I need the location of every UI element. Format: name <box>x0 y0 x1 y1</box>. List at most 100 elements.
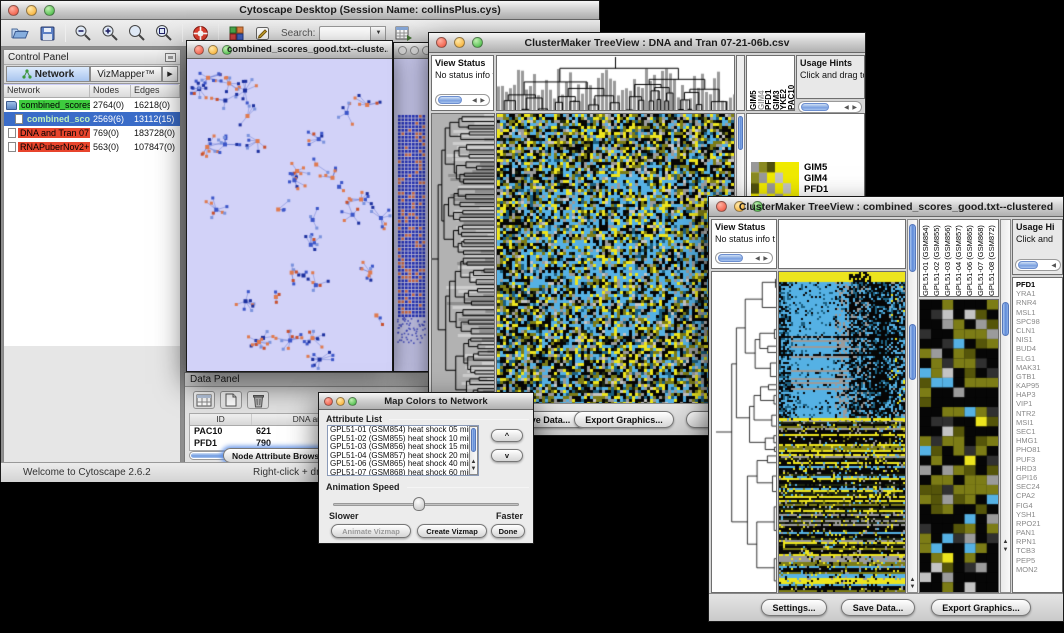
tv2-vscrollbar[interactable]: ▲▼ <box>907 219 918 593</box>
close-button[interactable] <box>324 397 333 406</box>
tab-overflow-button[interactable]: ▶ <box>162 66 178 82</box>
minimize-button[interactable] <box>208 45 218 55</box>
heatmap[interactable] <box>497 114 734 404</box>
gene-label: VIP1 <box>1016 399 1062 408</box>
network-tree-table: NetworkNodesEdges combined_scores2764(0)… <box>4 85 180 346</box>
view-status-hscrollbar[interactable]: ◀ ▶ <box>435 94 490 106</box>
close-button[interactable] <box>436 37 447 48</box>
row-dendrogram[interactable] <box>712 272 776 592</box>
network-tree-row[interactable]: combined_sco2569(6)13112(15) <box>4 112 180 126</box>
close-button[interactable] <box>194 45 204 55</box>
tab-vizmapper[interactable]: VizMapper™ <box>90 66 162 82</box>
network-canvas[interactable] <box>187 59 392 371</box>
window-title: Cytoscape Desktop (Session Name: collins… <box>25 4 595 16</box>
column-label: GPL51-02 (GSM855) <box>932 220 943 296</box>
net2-titlebar[interactable] <box>394 43 429 59</box>
tv1-usage-hints-panel: Usage Hints Click and drag tc <box>796 55 865 99</box>
attribute-list-item[interactable]: GPL51-07 (GSM868) heat shock 60 min <box>328 469 478 476</box>
export-graphics-button[interactable]: Export Graphics... <box>574 411 674 428</box>
tv2-right-scrollbar[interactable]: ▲▼ <box>1000 219 1011 593</box>
open-folder-icon[interactable] <box>9 23 31 43</box>
network-canvas-2[interactable] <box>394 59 429 371</box>
tree-column-header[interactable]: Edges <box>131 85 180 97</box>
map-colors-dialog: Map Colors to Network Attribute List GPL… <box>318 392 534 544</box>
network-tree-row[interactable]: RNAPuberNov2+563(0)107847(0) <box>4 140 180 154</box>
data-column-header[interactable]: ID <box>190 414 252 425</box>
gene-label: PAN1 <box>1016 528 1062 537</box>
column-dendrogram[interactable] <box>497 56 734 110</box>
trash-icon[interactable] <box>247 391 269 409</box>
attribute-list-scrollbar[interactable]: ▲▼ <box>469 426 478 475</box>
tab-network[interactable]: Network <box>6 66 90 82</box>
tree-column-header[interactable]: Nodes <box>90 85 131 97</box>
new-attribute-icon[interactable] <box>220 391 242 409</box>
heatmap[interactable] <box>779 272 905 592</box>
tv2-view-status-panel: View Status No status info t ◀ ▶ <box>711 219 777 269</box>
network-tree-row[interactable]: combined_scores2764(0)16218(0) <box>4 98 180 112</box>
gene-label: HRD3 <box>1016 464 1062 473</box>
tv1-usage-hscrollbar[interactable]: ◀ ▶ <box>798 101 862 113</box>
column-label: GPL51-07 (GSM868) <box>976 220 987 296</box>
main-titlebar[interactable]: Cytoscape Desktop (Session Name: collins… <box>1 1 599 20</box>
move-down-button[interactable]: v <box>491 449 523 462</box>
tv2-titlebar[interactable]: ClusterMaker TreeView : combined_scores_… <box>709 197 1063 217</box>
document-icon <box>8 142 16 152</box>
save-data-button[interactable]: Save Data... <box>841 599 915 616</box>
tv1-titlebar[interactable]: ClusterMaker TreeView : DNA and Tran 07-… <box>429 33 865 53</box>
import-table-icon[interactable] <box>392 23 414 43</box>
done-button[interactable]: Done <box>491 524 525 538</box>
zoom-out-icon[interactable] <box>72 23 94 43</box>
net1-title: combined_scores_good.txt--cluste... <box>227 44 388 55</box>
slower-label: Slower <box>329 511 359 521</box>
tv2-heatmap-panel <box>778 271 906 593</box>
control-panel-title: Control Panel <box>8 52 69 63</box>
document-icon <box>15 114 23 124</box>
close-button[interactable] <box>398 46 407 55</box>
detail-heatmap[interactable] <box>920 300 998 592</box>
view-status-hscrollbar[interactable]: ◀ ▶ <box>715 252 773 264</box>
column-label: GIM5 <box>749 58 757 110</box>
minimize-button[interactable] <box>410 46 419 55</box>
network-name-label: combined_sco <box>25 114 90 124</box>
zoom-actual-icon[interactable] <box>126 23 148 43</box>
zoom-in-icon[interactable] <box>99 23 121 43</box>
tree-column-header[interactable]: Network <box>4 85 90 97</box>
control-panel-header: Control Panel <box>4 50 180 65</box>
tv2-usage-hscrollbar[interactable]: ◀ <box>1015 259 1061 271</box>
settings-button[interactable]: Settings... <box>761 599 827 616</box>
tv1-top-scroll-strip[interactable] <box>736 55 745 111</box>
row-label: GIM5 <box>804 162 834 173</box>
export-graphics-button[interactable]: Export Graphics... <box>931 599 1031 616</box>
row-dendrogram[interactable] <box>432 114 494 404</box>
gene-label: MON2 <box>1016 565 1062 574</box>
speed-slider-track[interactable] <box>333 503 519 506</box>
search-input[interactable] <box>319 26 371 41</box>
animate-vizmap-button[interactable]: Animate Vizmap <box>331 524 411 538</box>
control-panel: Control Panel Network VizMapper™ ▶ Netwo… <box>3 49 181 463</box>
network-tree-row[interactable]: DNA and Tran 07769(0)183728(0) <box>4 126 180 140</box>
column-label: PAC10 <box>787 58 795 110</box>
close-button[interactable] <box>8 5 19 16</box>
save-icon[interactable] <box>36 23 58 43</box>
gene-label: CPA2 <box>1016 491 1062 500</box>
gene-label: NTR2 <box>1016 409 1062 418</box>
close-button[interactable] <box>716 201 727 212</box>
gene-label: ELG1 <box>1016 354 1062 363</box>
tab-vizmapper-label: VizMapper™ <box>97 69 155 80</box>
gene-label: FIG4 <box>1016 501 1062 510</box>
node-attribute-browser-button[interactable]: Node Attribute Brows <box>223 448 328 463</box>
float-panel-icon[interactable] <box>165 53 176 62</box>
search-dropdown-arrow[interactable]: ▼ <box>371 26 386 41</box>
gene-label: PFD1 <box>1016 280 1062 289</box>
table-icon[interactable] <box>193 391 215 409</box>
zoom-fit-icon[interactable] <box>153 23 175 43</box>
usage-hints-title: Usage Hi <box>1013 220 1062 232</box>
attribute-listbox[interactable]: GPL51-01 (GSM854) heat shock 05 minGPL51… <box>327 425 479 476</box>
dialog-titlebar[interactable]: Map Colors to Network <box>319 393 533 410</box>
network-name-label: DNA and Tran 07 <box>18 128 90 138</box>
move-up-button[interactable]: ^ <box>491 429 523 442</box>
speed-slider-thumb[interactable] <box>413 497 425 511</box>
create-vizmap-button[interactable]: Create Vizmap <box>417 524 487 538</box>
gene-label: SEC1 <box>1016 427 1062 436</box>
net1-titlebar[interactable]: combined_scores_good.txt--cluste... <box>187 41 392 59</box>
